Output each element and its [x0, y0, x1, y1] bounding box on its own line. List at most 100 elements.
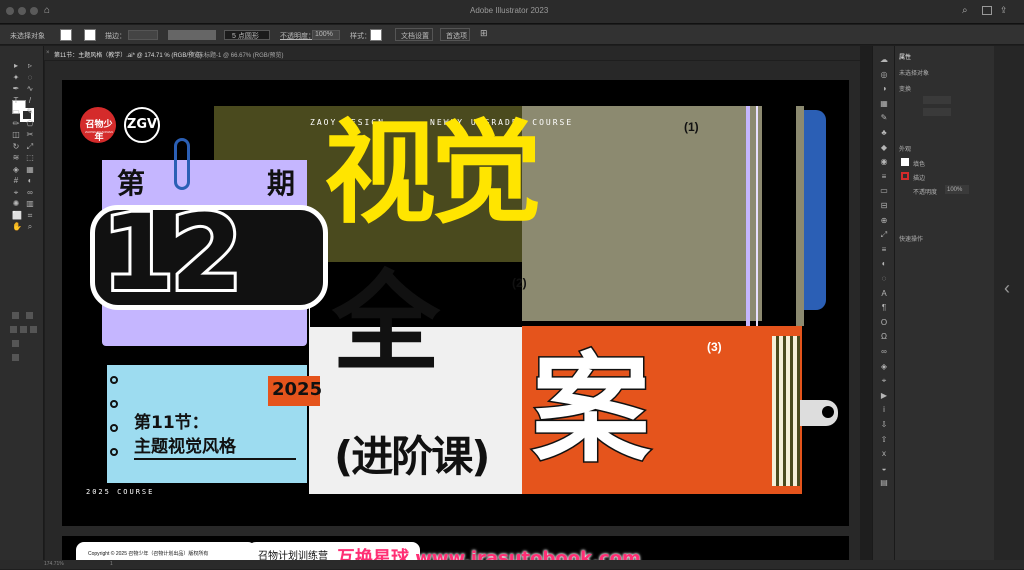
stroke-panel-icon[interactable]: ≡	[880, 245, 888, 254]
libraries-panel-icon[interactable]: ☁	[880, 56, 888, 64]
paintbrush-tool-icon[interactable]: ✎	[26, 108, 34, 116]
eraser-tool-icon[interactable]: ◫	[12, 131, 20, 139]
workspace-icon[interactable]	[982, 6, 992, 15]
graphic-styles-panel-icon[interactable]: ◆	[880, 143, 888, 152]
color-panel-icon[interactable]: ◑	[880, 85, 888, 93]
hand-tool-icon[interactable]: ✋	[12, 223, 22, 231]
close-window-button[interactable]	[6, 7, 14, 15]
shaper-tool-icon[interactable]: ⬠	[26, 119, 34, 128]
khaki-panel	[522, 106, 762, 321]
search-icon[interactable]: ⌕	[962, 5, 968, 16]
document-info-panel-icon[interactable]: ▤	[880, 479, 888, 487]
transparency-panel-icon[interactable]: ◌	[880, 275, 888, 283]
graphic-style-swatch[interactable]	[370, 29, 382, 41]
selection-status: 未选择对象	[10, 33, 45, 40]
scale-tool-icon[interactable]: ⤢	[26, 142, 34, 151]
swap-colors-icon[interactable]	[26, 312, 33, 319]
character-panel-icon[interactable]: A	[880, 289, 888, 298]
y-input[interactable]	[923, 108, 951, 116]
eyedropper-tool-icon[interactable]: ⌖	[12, 188, 20, 197]
draw-mode-icon[interactable]	[12, 340, 19, 347]
width-tool-icon[interactable]: ≋	[12, 154, 20, 162]
blend-tool-icon[interactable]: ∞	[26, 188, 34, 197]
artboard-tool-icon[interactable]: ⬜	[12, 211, 22, 220]
pathfinder-panel-icon[interactable]: ⊕	[880, 216, 888, 225]
mesh-tool-icon[interactable]: #	[12, 177, 20, 185]
rectangle-tool-icon[interactable]: ▭	[12, 108, 20, 116]
screen-mode-icon[interactable]	[12, 354, 19, 361]
align-panel-icon[interactable]: ⊟	[880, 202, 888, 210]
pen-tool-icon[interactable]: ✒	[12, 85, 20, 93]
slice-tool-icon[interactable]: ⌗	[26, 211, 34, 220]
image-trace-panel-icon[interactable]: ◈	[880, 362, 888, 371]
close-tab-icon[interactable]: ×	[46, 50, 50, 56]
x-input[interactable]	[923, 96, 951, 104]
transform-panel-icon[interactable]: ⤢	[880, 231, 888, 239]
line-tool-icon[interactable]: /	[26, 96, 34, 105]
fill-swatch-panel[interactable]	[901, 158, 909, 166]
perspective-tool-icon[interactable]: ▦	[26, 165, 34, 174]
home-icon[interactable]: ⌂	[44, 5, 50, 16]
zoom-level[interactable]: 174.71%	[44, 561, 64, 567]
opentype-panel-icon[interactable]: O	[880, 318, 888, 327]
graph-tool-icon[interactable]: ▥	[26, 200, 34, 208]
direct-selection-tool-icon[interactable]: ▹	[26, 62, 34, 70]
actions-panel-icon[interactable]: ▶	[880, 391, 888, 400]
swatches-panel-icon[interactable]: ▦	[880, 99, 888, 108]
type-tool-icon[interactable]: T	[12, 96, 20, 105]
scissors-tool-icon[interactable]: ✂	[26, 131, 34, 139]
rotate-tool-icon[interactable]: ↻	[12, 142, 20, 151]
mark-2: (2)	[512, 276, 527, 290]
stroke-label-panel: 描边	[913, 176, 926, 182]
gradient-tool-icon[interactable]: ◐	[26, 177, 34, 185]
zoom-tool-icon[interactable]: ⌕	[26, 223, 34, 231]
symbol-sprayer-tool-icon[interactable]: ✺	[12, 200, 20, 208]
variable-width-profile[interactable]	[168, 30, 216, 40]
selection-tool-icon[interactable]: ▸	[12, 62, 20, 70]
paragraph-panel-icon[interactable]: ¶	[880, 304, 888, 312]
chevron-left-icon[interactable]: ‹	[1004, 278, 1010, 299]
brushes-panel-icon[interactable]: ✎	[880, 114, 888, 122]
stroke-swatch[interactable]	[84, 29, 96, 41]
cc-libraries-panel-icon[interactable]: ◎	[880, 70, 888, 79]
maximize-window-button[interactable]	[30, 7, 38, 15]
stroke-swatch-panel[interactable]	[901, 172, 909, 180]
symbols-panel-icon[interactable]: ♣	[880, 129, 888, 137]
lasso-tool-icon[interactable]: ◌	[26, 73, 34, 82]
tab-properties[interactable]: 属性	[899, 52, 911, 61]
color-guide-panel-icon[interactable]: ◒	[880, 464, 888, 473]
shape-builder-tool-icon[interactable]: ◈	[12, 165, 20, 174]
links-panel-icon[interactable]: ∞	[880, 348, 888, 356]
variables-panel-icon[interactable]: x	[880, 450, 888, 458]
opacity-label[interactable]: 不透明度：	[280, 31, 315, 41]
asset-export-panel-icon[interactable]: ⇩	[880, 421, 888, 429]
magic-wand-tool-icon[interactable]: ✦	[12, 73, 20, 82]
gradient-mode-icon[interactable]	[20, 326, 27, 333]
tab-document-1[interactable]: 第11节：主题风格（教学）.ai* @ 174.71 % (RGB/预览)	[54, 50, 202, 59]
copyright-text: Copyright © 2025 召物少年（召物计划出品）版权所有	[88, 551, 209, 557]
artboard[interactable]: 第 期 12 第11节： 主题视觉风格 2025 召物少年 ZAOWU SHAO…	[62, 80, 849, 526]
export-panel-icon[interactable]: ⇧	[880, 435, 888, 444]
navigator-panel-icon[interactable]: ⌖	[880, 377, 888, 385]
gradient-panel-icon[interactable]: ◐	[880, 260, 888, 268]
glyphs-panel-icon[interactable]: Ω	[880, 333, 888, 341]
layers-panel-icon[interactable]: ≡	[880, 172, 888, 181]
control-bar: 未选择对象 描边： 5 点圆形 不透明度： 100% 样式： 文档设置 首选项 …	[0, 25, 1024, 45]
color-mode-icon[interactable]	[10, 326, 17, 333]
pencil-tool-icon[interactable]: ✏	[12, 119, 20, 128]
default-colors-icon[interactable]	[12, 312, 19, 319]
fill-swatch[interactable]	[60, 29, 72, 41]
minimize-window-button[interactable]	[18, 7, 26, 15]
arrange-icon[interactable]: ⊞	[480, 28, 488, 39]
info-panel-icon[interactable]: i	[880, 406, 888, 414]
tab-document-2[interactable]: 未标题-1 @ 66.67% (RGB/预览)	[198, 50, 283, 59]
artboard-number[interactable]: 1	[110, 561, 113, 567]
stroke-weight-input[interactable]	[128, 30, 158, 40]
close-tab-icon[interactable]: ×	[189, 50, 193, 56]
curvature-tool-icon[interactable]: ∿	[26, 85, 34, 93]
appearance-panel-icon[interactable]: ◉	[880, 158, 888, 166]
none-mode-icon[interactable]	[30, 326, 37, 333]
artboards-panel-icon[interactable]: ▭	[880, 187, 888, 195]
share-icon[interactable]: ⇪	[1000, 5, 1008, 16]
free-transform-tool-icon[interactable]: ⬚	[26, 154, 34, 162]
